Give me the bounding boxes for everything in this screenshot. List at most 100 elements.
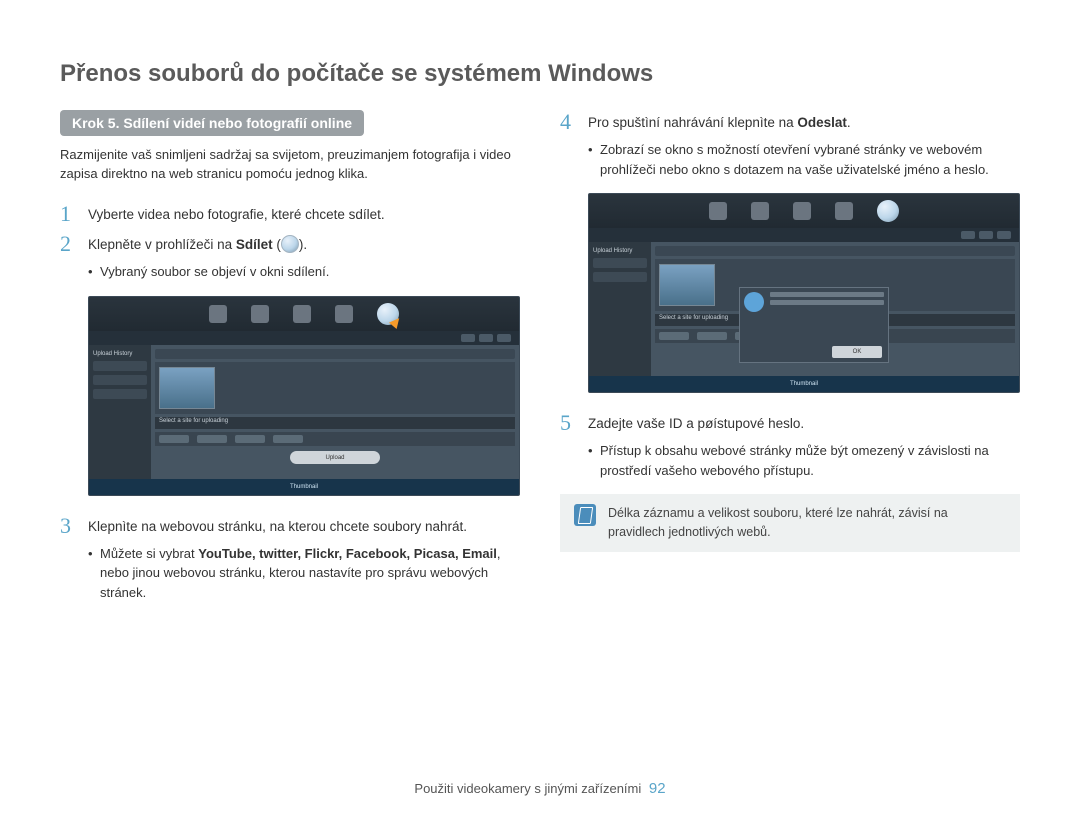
step-5: 5 Zadejte vaše ID a pøístupové heslo. (560, 411, 1020, 435)
toolbar-icon (835, 202, 853, 220)
info-icon (744, 292, 764, 312)
step2-pre: Klepněte v prohlížeči na (88, 237, 236, 252)
bullet: Přístup k obsahu webové stránky může být… (588, 441, 1020, 480)
bullet: Vybraný soubor se objeví v okni sdílení. (88, 262, 520, 282)
site-youtube (159, 435, 189, 443)
app-main-panel: Select a site for uploading Upload (151, 345, 519, 479)
step-text: Klepněte v prohlížeči na Sdílet (). (88, 232, 520, 256)
intro-text: Razmijenite vaš snimljeni sadržaj sa svi… (60, 146, 520, 184)
site-twitter (697, 332, 727, 340)
app-subbar (589, 228, 1019, 242)
note-icon (574, 504, 596, 526)
app-body: Upload History Select a site for uploadi… (89, 345, 519, 479)
footer-text: Použiti videokamery s jinými zařízeními (414, 781, 641, 796)
upload-button: Upload (290, 451, 380, 464)
step4-pre: Pro spuštìní nahrávání klepnìte na (588, 115, 797, 130)
toolbar-icon (251, 305, 269, 323)
bullet-pre: Můžete si vybrat (100, 546, 198, 561)
site-twitter (197, 435, 227, 443)
step-text: Pro spuštìní nahrávání klepnìte na Odesl… (588, 110, 1020, 134)
upload-row: Upload (155, 449, 515, 467)
note-text: Délka záznamu a velikost souboru, které … (608, 504, 1006, 542)
view-toggle (497, 334, 511, 342)
step2-after: ). (299, 237, 307, 252)
login-dialog: OK (739, 287, 889, 363)
bullet: Můžete si vybrat YouTube, twitter, Flick… (88, 544, 520, 603)
app-sidebar: Upload History (89, 345, 151, 479)
toolbar-icon (293, 305, 311, 323)
select-site-row: Select a site for uploading (155, 417, 515, 429)
app-screenshot-login: Upload History Select a site for uploadi… (588, 193, 1020, 393)
cursor-arrow-icon (389, 315, 403, 329)
site-facebook (273, 435, 303, 443)
step-number: 5 (560, 411, 578, 435)
toolbar-icon (751, 202, 769, 220)
bottombar-label: Thumbnail (290, 484, 318, 490)
step-banner: Krok 5. Sdílení videí nebo fotografií on… (60, 110, 364, 136)
left-column: Krok 5. Sdílení videí nebo fotografií on… (60, 110, 520, 616)
app-subbar (89, 331, 519, 345)
text-line (770, 292, 884, 297)
step-3: 3 Klepnìte na webovou stránku, na kterou… (60, 514, 520, 538)
step-number: 3 (60, 514, 78, 538)
step2-bold: Sdílet (236, 237, 273, 252)
sidebar-label: Upload History (93, 351, 147, 357)
text-line (770, 300, 884, 305)
page-footer: Použiti videokamery s jinými zařízeními … (0, 780, 1080, 797)
app-body: Upload History Select a site for uploadi… (589, 242, 1019, 376)
two-column-layout: Krok 5. Sdílení videí nebo fotografií on… (60, 110, 1020, 616)
date-row (655, 246, 1015, 256)
site-row (155, 432, 515, 446)
step4-post: . (847, 115, 851, 130)
app-screenshot-share: Upload History Select a site for uploadi… (88, 296, 520, 496)
step-5-bullets: Přístup k obsahu webové stránky může být… (560, 441, 1020, 480)
bullet-list: YouTube, twitter, Flickr, Facebook, Pica… (198, 546, 497, 561)
step2-post: ( (273, 237, 281, 252)
share-globe-icon (377, 303, 399, 325)
view-toggle (461, 334, 475, 342)
step-text: Zadejte vaše ID a pøístupové heslo. (588, 411, 1020, 435)
sidebar-item (93, 375, 147, 385)
video-thumbnail (659, 264, 715, 306)
view-toggle (961, 231, 975, 239)
toolbar-icon (793, 202, 811, 220)
thumbnail-row (155, 362, 515, 414)
sidebar-item (593, 272, 647, 282)
toolbar-icon (709, 202, 727, 220)
note-box: Délka záznamu a velikost souboru, které … (560, 494, 1020, 552)
toolbar-icon (209, 305, 227, 323)
step4-bold: Odeslat (797, 115, 847, 130)
page-number: 92 (649, 780, 666, 797)
video-thumbnail (159, 367, 215, 409)
app-bottombar: Thumbnail (89, 479, 519, 495)
view-toggle (979, 231, 993, 239)
step-1: 1 Vyberte videa nebo fotografie, které c… (60, 202, 520, 226)
bullet: Zobrazí se okno s možností otevření vybr… (588, 140, 1020, 179)
ok-button: OK (832, 346, 882, 358)
view-toggle (479, 334, 493, 342)
step-4-bullets: Zobrazí se okno s možností otevření vybr… (560, 140, 1020, 179)
share-globe-icon (281, 235, 299, 253)
sidebar-item (593, 258, 647, 268)
sidebar-label: Upload History (593, 248, 647, 254)
app-sidebar: Upload History (589, 242, 651, 376)
date-row (155, 349, 515, 359)
bottombar-label: Thumbnail (790, 381, 818, 387)
toolbar-icon (335, 305, 353, 323)
step-3-bullets: Můžete si vybrat YouTube, twitter, Flick… (60, 544, 520, 603)
page-title: Přenos souborů do počítače se systémem W… (60, 60, 1020, 88)
app-bottombar: Thumbnail (589, 376, 1019, 392)
share-globe-icon (877, 200, 899, 222)
site-flickr (235, 435, 265, 443)
step-number: 2 (60, 232, 78, 256)
sidebar-item (93, 389, 147, 399)
step-text: Vyberte videa nebo fotografie, které chc… (88, 202, 520, 226)
site-youtube (659, 332, 689, 340)
step-2-bullets: Vybraný soubor se objeví v okni sdílení. (60, 262, 520, 282)
right-column: 4 Pro spuštìní nahrávání klepnìte na Ode… (560, 110, 1020, 616)
app-toolbar (89, 297, 519, 331)
step-number: 4 (560, 110, 578, 134)
view-toggle (997, 231, 1011, 239)
app-toolbar (589, 194, 1019, 228)
step-2: 2 Klepněte v prohlížeči na Sdílet (). (60, 232, 520, 256)
